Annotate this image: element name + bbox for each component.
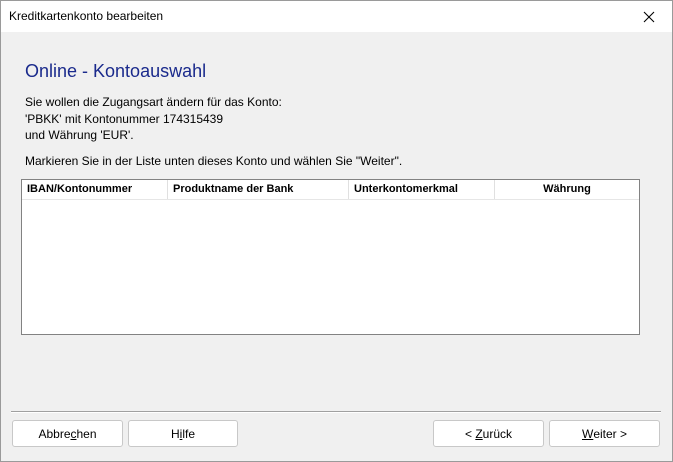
list-header: IBAN/Kontonummer Produktname der Bank Un… xyxy=(22,180,639,200)
close-icon xyxy=(643,11,655,22)
next-button[interactable]: Weiter > xyxy=(549,420,660,447)
next-label-key: W xyxy=(581,426,594,441)
info-line-2: 'PBKK' mit Kontonummer 174315439 xyxy=(25,112,224,126)
help-button[interactable]: Hi lfe xyxy=(128,420,238,447)
info-line-1: Sie wollen die Zugangsart ändern für das… xyxy=(25,95,282,109)
dialog-window: Kreditkartenkonto bearbeiten Online - Ko… xyxy=(0,0,673,462)
help-label-post: lfe xyxy=(182,426,196,441)
back-label-pre: < xyxy=(464,426,476,441)
help-label-pre: H xyxy=(170,426,180,441)
column-header-currency[interactable]: Währung xyxy=(495,180,639,199)
window-title: Kreditkartenkonto bearbeiten xyxy=(9,9,164,23)
instruction-text: Markieren Sie in der Liste unten dieses … xyxy=(25,154,403,168)
account-list[interactable]: IBAN/Kontonummer Produktname der Bank Un… xyxy=(21,179,640,335)
back-button[interactable]: < Zurück xyxy=(433,420,544,447)
column-header-product-name[interactable]: Produktname der Bank xyxy=(168,180,349,199)
back-label-post: urück xyxy=(482,426,513,441)
cancel-label-post: hen xyxy=(76,426,97,441)
close-button[interactable] xyxy=(626,1,672,32)
cancel-label-pre: Abbre xyxy=(38,426,71,441)
button-separator xyxy=(11,411,661,413)
info-line-3: und Währung 'EUR'. xyxy=(25,128,134,142)
cancel-button[interactable]: Abbre c hen xyxy=(12,420,123,447)
back-label-key: Z xyxy=(475,426,483,441)
title-bar: Kreditkartenkonto bearbeiten xyxy=(1,1,672,32)
column-header-iban[interactable]: IBAN/Kontonummer xyxy=(22,180,168,199)
next-label-post: eiter > xyxy=(593,426,627,441)
page-heading: Online - Kontoauswahl xyxy=(25,61,207,81)
column-header-sub-account[interactable]: Unterkontomerkmal xyxy=(349,180,495,199)
